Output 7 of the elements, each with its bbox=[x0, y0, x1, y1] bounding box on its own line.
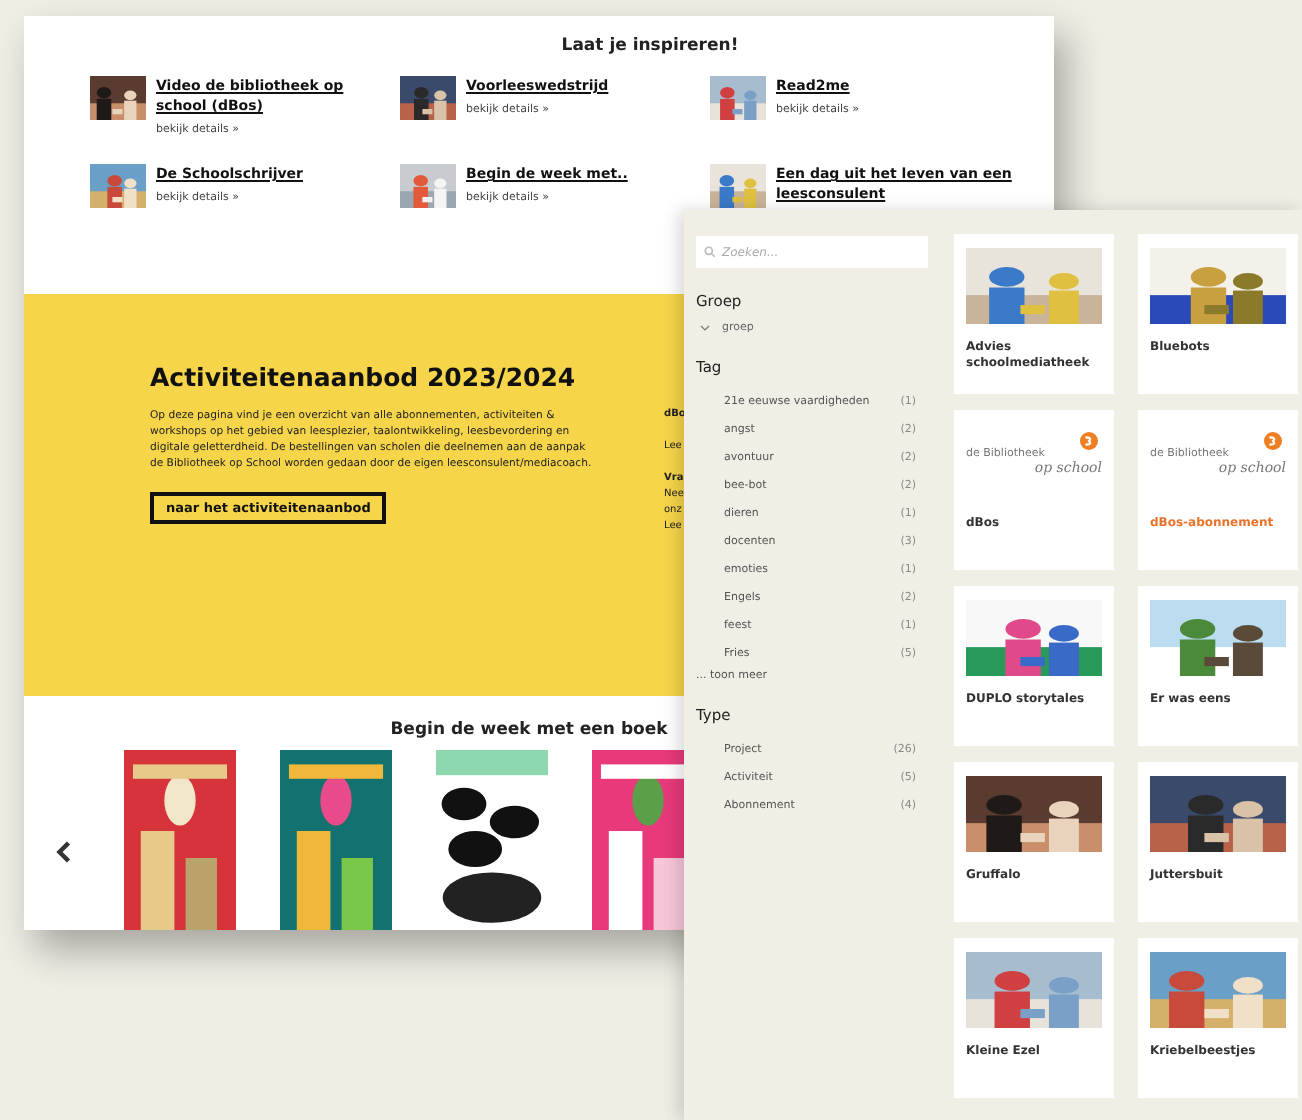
section-title: Begin de week met een boek bbox=[388, 720, 670, 740]
logo-icon bbox=[1264, 432, 1282, 450]
chevron-down-icon bbox=[700, 324, 710, 332]
offer-heading: Activiteitenaanbod 2023/2024 bbox=[150, 362, 576, 393]
logo-icon bbox=[1080, 432, 1098, 450]
section-title: Laat je inspireren! bbox=[559, 36, 741, 56]
previous-icon[interactable] bbox=[56, 840, 72, 864]
